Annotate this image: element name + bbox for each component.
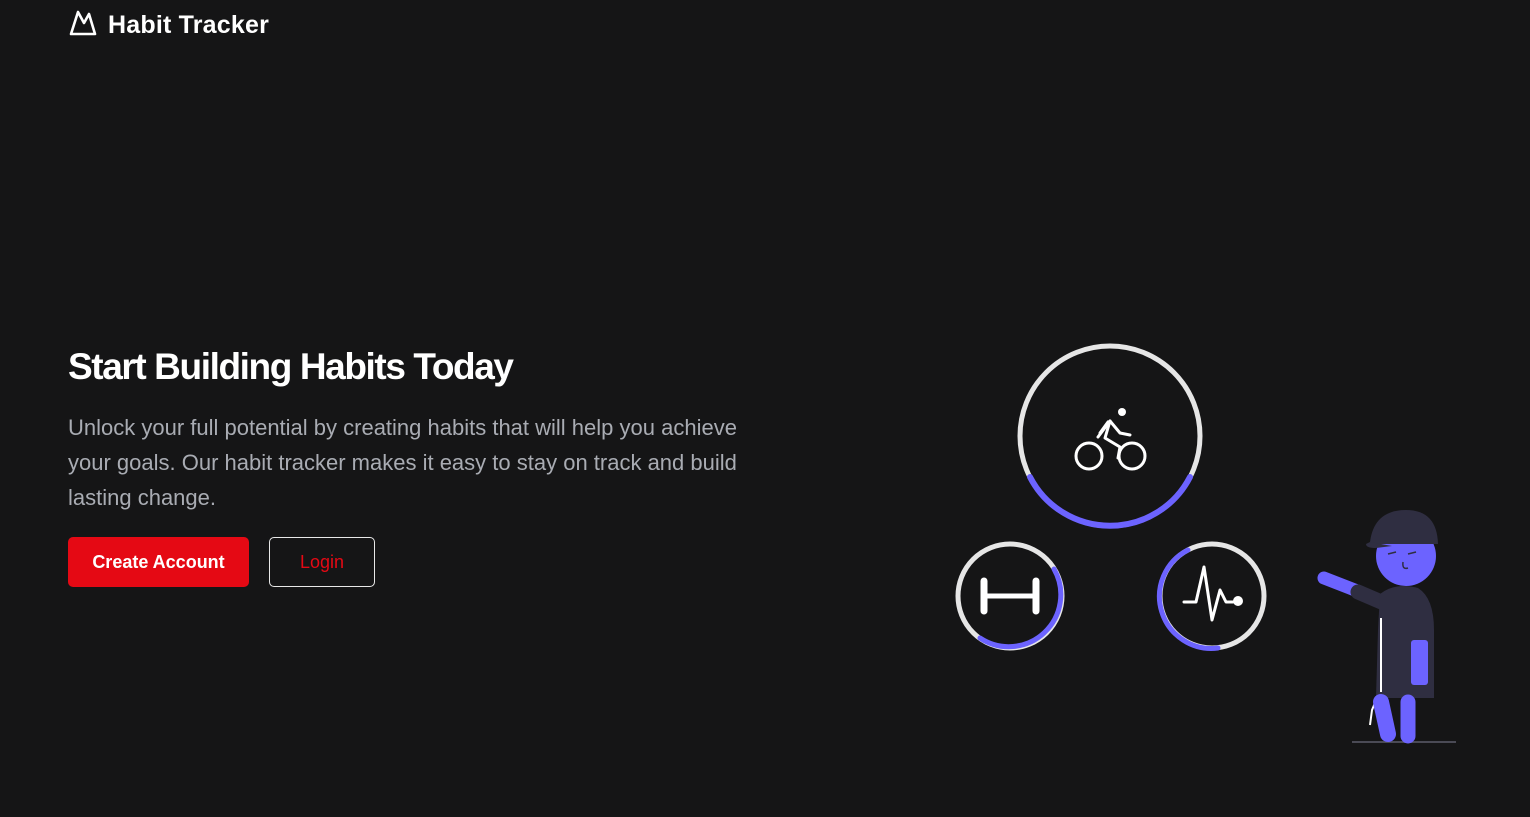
login-button[interactable]: Login	[269, 537, 375, 587]
heartbeat-progress-ring	[1156, 541, 1267, 651]
bicycle-progress-ring	[1017, 343, 1203, 529]
mountain-icon	[68, 9, 98, 42]
habit-illustration	[955, 343, 1456, 744]
person-figure	[1317, 510, 1456, 744]
hero-heading: Start Building Habits Today	[68, 346, 514, 387]
dumbbell-icon	[980, 577, 1040, 615]
brand[interactable]: Habit Tracker	[68, 10, 269, 40]
dumbbell-ring-progress-arc	[977, 566, 1064, 650]
dumbbell-progress-ring	[955, 541, 1065, 651]
app-title: Habit Tracker	[108, 10, 270, 39]
heartbeat-icon	[1182, 565, 1243, 622]
bicycle-ring-progress-arc	[1027, 474, 1193, 529]
hero-section: Start Building Habits Today Unlock your …	[68, 342, 808, 587]
create-account-button[interactable]: Create Account	[68, 537, 249, 587]
hero-description: Unlock your full potential by creating h…	[68, 415, 737, 510]
bicycle-icon	[1074, 408, 1147, 471]
hero-actions: Create Account Login	[68, 537, 808, 587]
